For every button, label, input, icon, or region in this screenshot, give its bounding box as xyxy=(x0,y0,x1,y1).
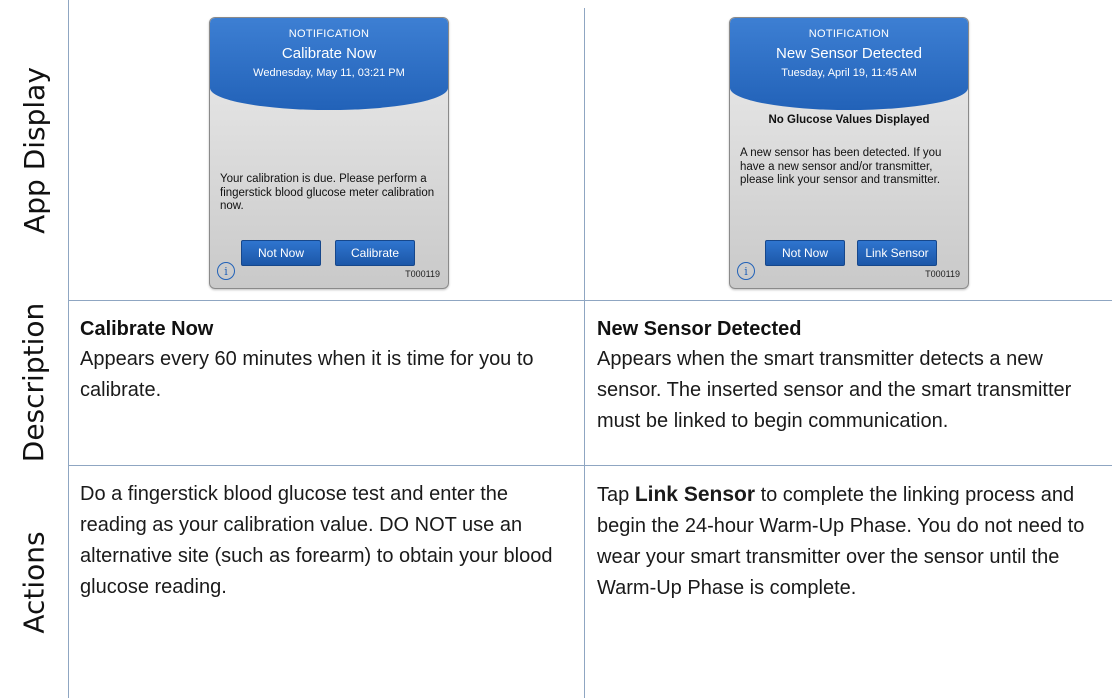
phone-notification-calibrate: NOTIFICATION Calibrate Now Wednesday, Ma… xyxy=(209,17,449,289)
column-divider xyxy=(584,8,585,698)
notification-kind: NOTIFICATION xyxy=(808,28,890,40)
row-divider-top xyxy=(68,300,1112,301)
description-title: Calibrate Now xyxy=(80,318,214,340)
actions-prefix: Tap xyxy=(597,484,635,506)
description-text: Appears every 60 minutes when it is time… xyxy=(80,348,534,401)
notification-title: Calibrate Now xyxy=(281,45,377,62)
notification-kind: NOTIFICATION xyxy=(288,28,370,40)
notification-date: Wednesday, May 11, 03:21 PM xyxy=(253,67,405,79)
notification-code: T000119 xyxy=(405,269,440,279)
row-label-description-text: Description xyxy=(17,302,51,463)
not-now-button[interactable]: Not Now xyxy=(765,240,845,266)
row-label-actions: Actions xyxy=(0,466,68,698)
row-label-app-display: App Display xyxy=(0,0,68,300)
actions-text: Tap Link Sensor to complete the linking … xyxy=(597,479,1102,604)
description-text: Appears when the smart transmitter detec… xyxy=(597,348,1072,432)
row-label-actions-text: Actions xyxy=(17,530,51,634)
row-divider-bottom xyxy=(68,465,1112,466)
link-sensor-button[interactable]: Link Sensor xyxy=(857,240,937,266)
row-label-description: Description xyxy=(0,300,68,465)
left-border xyxy=(68,0,69,698)
actions-bold-link-sensor: Link Sensor xyxy=(634,483,756,506)
description-cell-new-sensor: New Sensor Detected Appears when the sma… xyxy=(597,317,1102,437)
notification-body: A new sensor has been detected. If you h… xyxy=(740,147,942,186)
actions-text: Do a fingerstick blood glucose test and … xyxy=(80,483,553,598)
notification-title: New Sensor Detected xyxy=(776,45,922,62)
description-cell-calibrate: Calibrate Now Appears every 60 minutes w… xyxy=(80,317,575,406)
calibrate-button[interactable]: Calibrate xyxy=(335,240,415,266)
phone-notification-new-sensor: NOTIFICATION New Sensor Detected Tuesday… xyxy=(729,17,969,289)
notification-code: T000119 xyxy=(925,269,960,279)
notification-header: NOTIFICATION Calibrate Now Wednesday, Ma… xyxy=(210,18,448,110)
notification-header: NOTIFICATION New Sensor Detected Tuesday… xyxy=(730,18,968,110)
notification-subhead: No Glucose Values Displayed xyxy=(768,114,930,126)
notification-body: Your calibration is due. Please perform … xyxy=(220,173,435,212)
description-title: New Sensor Detected xyxy=(597,318,802,340)
notification-date: Tuesday, April 19, 11:45 AM xyxy=(781,67,917,79)
info-icon[interactable]: i xyxy=(217,262,235,280)
actions-cell-new-sensor: Tap Link Sensor to complete the linking … xyxy=(597,479,1102,604)
row-label-app-display-text: App Display xyxy=(17,66,51,234)
not-now-button[interactable]: Not Now xyxy=(241,240,321,266)
info-icon[interactable]: i xyxy=(737,262,755,280)
actions-cell-calibrate: Do a fingerstick blood glucose test and … xyxy=(80,479,572,603)
